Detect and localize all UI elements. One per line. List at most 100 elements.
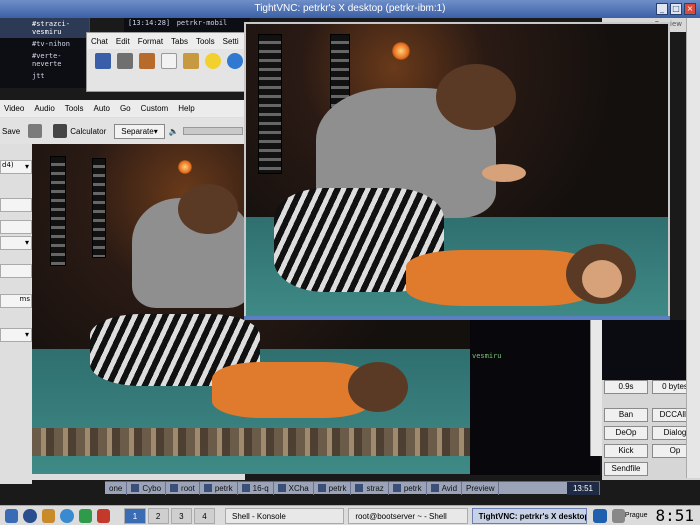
video-glitch-band xyxy=(32,428,470,456)
irc-timestamp: [13:14:28] xyxy=(128,19,171,27)
save-button[interactable]: Save xyxy=(2,127,20,136)
network-icon[interactable] xyxy=(78,508,93,523)
paste-icon[interactable] xyxy=(183,53,199,69)
copy-icon[interactable] xyxy=(161,53,177,69)
terminal-icon xyxy=(392,484,401,492)
taskbar-item-tightvnc[interactable]: TightVNC: petrkr's X desktop xyxy=(471,507,588,524)
save-icon[interactable] xyxy=(95,53,111,69)
remote-task[interactable]: 16-q xyxy=(238,481,274,495)
minimize-button[interactable]: _ xyxy=(656,3,668,15)
chat-toolbar xyxy=(87,49,255,73)
remote-task[interactable]: straz xyxy=(351,481,389,495)
kick-button[interactable]: Kick xyxy=(604,444,648,458)
desktop-1[interactable]: 1 xyxy=(124,507,146,524)
print-icon[interactable] xyxy=(117,53,133,69)
video-scene xyxy=(246,24,668,317)
volume-slider[interactable] xyxy=(182,127,243,135)
calculator-button[interactable]: Calculator xyxy=(53,124,106,138)
sendfile-button[interactable]: Sendfile xyxy=(604,462,648,476)
smiley-icon[interactable] xyxy=(205,53,221,69)
vnc-right-scrollbar[interactable] xyxy=(686,18,700,478)
desktop-2[interactable]: 2 xyxy=(147,507,169,524)
browser-icon[interactable] xyxy=(60,508,74,523)
ban-button[interactable]: Ban xyxy=(604,408,648,422)
channel-item[interactable]: #verte-neverte xyxy=(0,50,89,70)
player-menu-auto[interactable]: Auto xyxy=(93,104,109,113)
player-menu-custom[interactable]: Custom xyxy=(141,104,169,113)
video-frame-preview[interactable] xyxy=(244,22,670,319)
player-side-panel: d4) ms xyxy=(0,144,32,484)
home-icon[interactable] xyxy=(41,508,56,523)
terminal-icon xyxy=(317,484,326,492)
calculator-icon xyxy=(53,124,68,138)
irc-scrollbar[interactable] xyxy=(590,320,602,456)
desktop-4[interactable]: 4 xyxy=(193,507,215,524)
player-menu-go[interactable]: Go xyxy=(120,104,131,113)
tray-icon[interactable] xyxy=(593,508,607,523)
remote-task[interactable]: Cybo xyxy=(127,481,167,495)
app-launcher-icon[interactable] xyxy=(97,508,111,523)
player-menu-help[interactable]: Help xyxy=(178,104,194,113)
chat-menu-tools[interactable]: Tools xyxy=(196,37,215,46)
wrench-icon xyxy=(28,124,43,138)
player-menu-tools[interactable]: Tools xyxy=(65,104,84,113)
player-menu-audio[interactable]: Audio xyxy=(34,104,54,113)
remote-task[interactable]: XCha xyxy=(274,481,314,495)
video-icon xyxy=(430,484,439,492)
desktop-screen: TightVNC: petrkr's X desktop (petrkr-ibm… xyxy=(0,0,700,525)
remote-task[interactable]: Avid xyxy=(427,481,463,495)
maximize-button[interactable]: □ xyxy=(670,3,682,15)
close-button[interactable]: × xyxy=(684,3,696,15)
chat-menu-chat[interactable]: Chat xyxy=(91,37,108,46)
deop-button[interactable]: DeOp xyxy=(604,426,648,440)
wrench-button[interactable] xyxy=(28,124,45,138)
desktop-3[interactable]: 3 xyxy=(170,507,192,524)
panel-clock[interactable]: 8:51 xyxy=(655,506,694,525)
side-field[interactable] xyxy=(0,198,32,212)
app-icon xyxy=(241,484,250,492)
cut-icon[interactable] xyxy=(139,53,155,69)
remote-task[interactable]: petrk xyxy=(389,481,427,495)
chat-menubar: Chat Edit Format Tabs Tools Setti xyxy=(87,33,255,49)
remote-desktop-pager[interactable]: one xyxy=(105,481,128,495)
vnc-window-title: TightVNC: petrkr's X desktop (petrkr-ibm… xyxy=(254,3,446,14)
remote-task[interactable]: petrk xyxy=(314,481,352,495)
chat-window: Chat Edit Format Tabs Tools Setti xyxy=(86,32,256,92)
stat-time: 0.9s xyxy=(604,380,648,394)
chat-menu-edit[interactable]: Edit xyxy=(116,37,130,46)
side-select[interactable] xyxy=(0,236,32,250)
chat-menu-settings[interactable]: Setti xyxy=(223,37,239,46)
remote-task[interactable]: petrk xyxy=(200,481,238,495)
player-menu-video[interactable]: Video xyxy=(4,104,24,113)
tray-icon[interactable] xyxy=(611,508,625,523)
remote-task[interactable]: Preview xyxy=(462,481,500,495)
channel-item[interactable]: #tv-nihon xyxy=(0,38,89,50)
side-field[interactable] xyxy=(0,220,32,234)
man-head xyxy=(436,64,516,130)
remote-task[interactable]: root xyxy=(166,481,200,495)
man-head xyxy=(178,184,238,234)
chat-menu-format[interactable]: Format xyxy=(138,37,163,46)
taskbar-item-konsole[interactable]: Shell - Konsole xyxy=(225,507,345,524)
side-field[interactable] xyxy=(0,264,32,278)
separate-select[interactable]: Separate ▾ xyxy=(114,123,165,139)
kmenu-icon[interactable] xyxy=(5,508,19,523)
irc-nick: petrkr-mobil xyxy=(176,19,228,27)
speaker-icon: 🔈 xyxy=(168,126,179,136)
spinbox[interactable]: ms xyxy=(0,294,32,308)
irc-message-pane: vesmiru xyxy=(470,320,600,475)
remote-taskbar: one Cybo root petrk 16-q XCha petrk stra… xyxy=(105,481,600,495)
channel-item[interactable]: #strazci-vesmiru xyxy=(0,18,89,38)
globe-icon[interactable] xyxy=(23,508,37,523)
volume-control[interactable]: 🔈 xyxy=(169,127,243,136)
speaker-shape xyxy=(92,158,106,258)
refresh-icon[interactable] xyxy=(227,53,243,69)
side-select[interactable]: d4) xyxy=(0,160,32,174)
vnc-titlebar[interactable]: TightVNC: petrkr's X desktop (petrkr-ibm… xyxy=(0,0,700,18)
lamp-shape xyxy=(178,160,192,174)
app-icon xyxy=(131,484,140,492)
side-select[interactable] xyxy=(0,328,32,342)
channel-item[interactable]: jtt xyxy=(0,70,89,82)
taskbar-item-shell[interactable]: root@bootserver ~ - Shell xyxy=(348,507,468,524)
chat-menu-tabs[interactable]: Tabs xyxy=(171,37,188,46)
